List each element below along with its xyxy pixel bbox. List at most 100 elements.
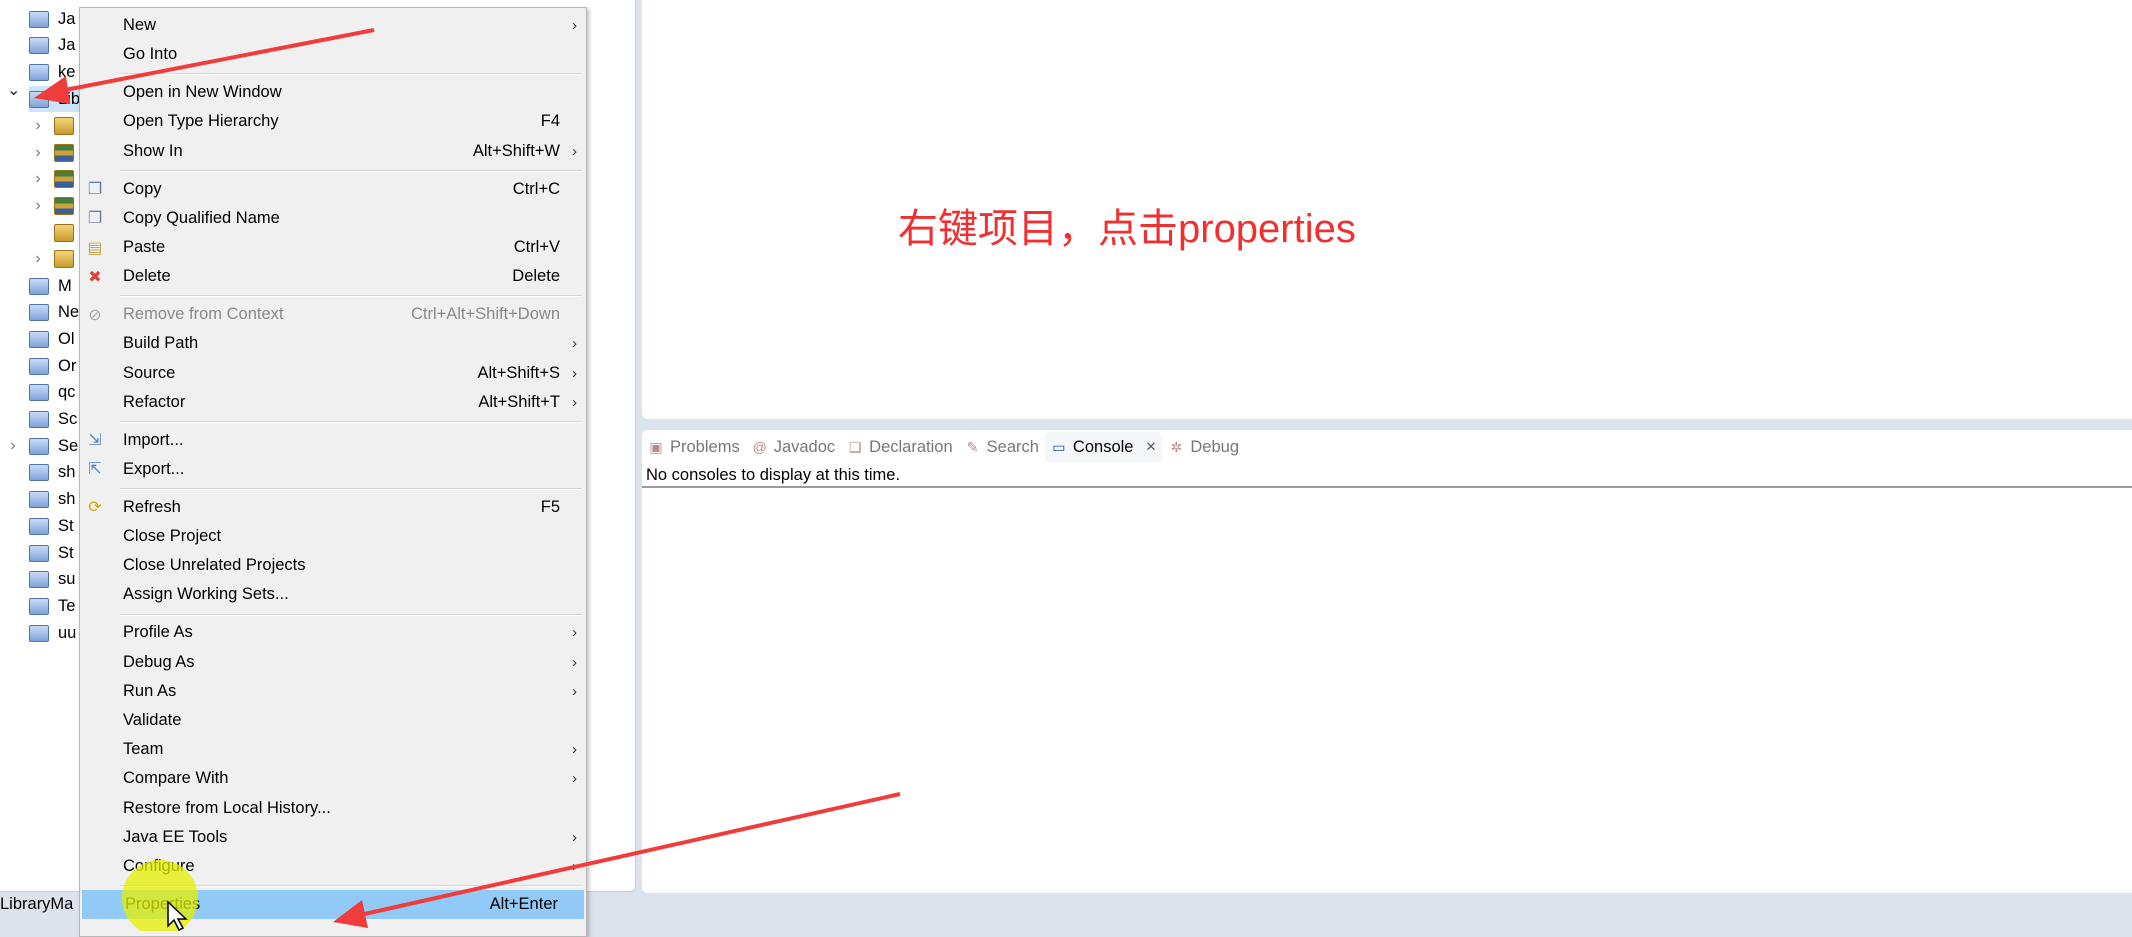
tree-item-label: Ne: [58, 303, 80, 322]
menu-item-label: Restore from Local History...: [123, 798, 331, 817]
folder-icon: [29, 491, 49, 509]
tree-item[interactable]: Or: [29, 353, 76, 379]
menu-item-label: New: [123, 16, 157, 35]
menu-item-import[interactable]: ⇲ Import...: [80, 426, 586, 455]
menu-item-validate[interactable]: Validate: [80, 706, 586, 735]
menu-item-label: Close Unrelated Projects: [123, 556, 306, 575]
refresh-icon: ⟳: [88, 499, 102, 517]
menu-item-shortcut: F5: [540, 497, 560, 516]
menu-item-go-into[interactable]: Go Into: [80, 40, 586, 69]
tree-item-label: St: [58, 543, 74, 562]
tree-item[interactable]: Te: [29, 593, 75, 619]
console-view: ▣ Problems @ Javadoc ❏ Declaration ✎ Search ▭ Con…: [642, 430, 2132, 893]
menu-item-team[interactable]: Team ›: [80, 735, 586, 764]
at-icon: @: [752, 439, 767, 455]
menu-item-show-in[interactable]: Show In Alt+Shift+W ›: [80, 137, 586, 166]
tab-javadoc[interactable]: @ Javadoc: [746, 432, 841, 462]
menu-item-debug-as[interactable]: Debug As ›: [80, 648, 586, 677]
menu-item-open-in-new-window[interactable]: Open in New Window: [80, 78, 586, 107]
menu-separator: [80, 69, 586, 78]
menu-item-delete[interactable]: ✖ Delete Delete: [80, 262, 586, 291]
tree-item[interactable]: Ne: [29, 300, 79, 326]
menu-item-build-path[interactable]: Build Path ›: [80, 329, 586, 358]
tree-item-label: Ol: [58, 329, 75, 348]
tree-item-label: sh: [58, 463, 76, 482]
tab-debug[interactable]: ✲ Debug: [1162, 432, 1245, 462]
folder-icon: [29, 330, 49, 348]
folder-icon: [29, 597, 49, 615]
menu-item-run-as[interactable]: Run As ›: [80, 677, 586, 706]
package-icon: [54, 250, 74, 269]
tree-item[interactable]: › Se: [10, 433, 78, 459]
delete-icon: ✖: [88, 268, 102, 286]
menu-item-properties[interactable]: Properties Alt+Enter: [82, 889, 584, 920]
chevron-right-icon[interactable]: ›: [7, 437, 19, 455]
menu-item-source[interactable]: Source Alt+Shift+S ›: [80, 358, 586, 387]
annotation-text: 右键项目，点击properties: [898, 207, 1356, 251]
folder-icon: [29, 384, 49, 402]
menu-item-java-ee-tools[interactable]: Java EE Tools ›: [80, 823, 586, 852]
menu-item-copy-qualified-name[interactable]: ❐ Copy Qualified Name: [80, 204, 586, 233]
menu-item-label: Import...: [123, 430, 184, 449]
menu-separator: [80, 484, 586, 493]
tab-console[interactable]: ▭ Console ✕: [1044, 432, 1163, 462]
menu-item-label: Compare With: [123, 769, 229, 788]
menu-separator: [80, 610, 586, 619]
menu-item-compare-with[interactable]: Compare With ›: [80, 764, 586, 793]
tree-item[interactable]: St: [29, 513, 74, 539]
menu-item-copy[interactable]: ❐ Copy Ctrl+C: [80, 175, 586, 204]
tree-item[interactable]: M: [29, 273, 72, 299]
menu-separator: [80, 166, 586, 175]
menu-item-configure[interactable]: Configure ›: [80, 852, 586, 881]
chevron-right-icon: ›: [572, 393, 577, 411]
menu-item-refactor[interactable]: Refactor Alt+Shift+T ›: [80, 388, 586, 417]
open-folder-icon: [29, 437, 49, 455]
chevron-right-icon: ›: [572, 857, 577, 875]
tree-item[interactable]: Sc: [29, 407, 77, 433]
menu-item-remove-from-context[interactable]: ⊘ Remove from Context Ctrl+Alt+Shift+Down: [80, 300, 586, 329]
tree-item[interactable]: su: [29, 567, 75, 593]
chevron-right-icon[interactable]: ›: [32, 250, 44, 268]
menu-item-refresh[interactable]: ⟳ Refresh F5: [80, 493, 586, 522]
tab-declaration[interactable]: ❏ Declaration: [841, 432, 958, 462]
menu-item-restore-from-local-history[interactable]: Restore from Local History...: [80, 793, 586, 822]
copy-icon: ❐: [87, 181, 103, 199]
menu-item-export[interactable]: ⇱ Export...: [80, 455, 586, 484]
tree-item[interactable]: sh: [29, 487, 75, 513]
chevron-down-icon[interactable]: ⌄: [7, 80, 20, 100]
chevron-right-icon[interactable]: ›: [32, 170, 44, 188]
chevron-right-icon: ›: [572, 335, 577, 353]
menu-item-profile-as[interactable]: Profile As ›: [80, 618, 586, 647]
menu-item-label: Build Path: [123, 334, 199, 353]
tab-label: Console: [1072, 437, 1134, 456]
menu-item-paste[interactable]: ▤ Paste Ctrl+V: [80, 233, 586, 262]
status-bar-text: LibraryMa: [0, 895, 74, 913]
tab-label: Search: [986, 437, 1039, 456]
folder-icon: [29, 571, 49, 589]
chevron-right-icon[interactable]: ›: [32, 197, 44, 215]
tree-item[interactable]: ke: [29, 59, 75, 85]
chevron-right-icon[interactable]: ›: [32, 144, 44, 162]
menu-item-open-type-hierarchy[interactable]: Open Type Hierarchy F4: [80, 107, 586, 136]
menu-item-close-unrelated-projects[interactable]: Close Unrelated Projects: [80, 551, 586, 580]
tab-search[interactable]: ✎ Search: [959, 432, 1045, 462]
tree-item[interactable]: sh: [29, 460, 75, 486]
menu-item-new[interactable]: New ›: [80, 11, 586, 40]
tree-item[interactable]: Ja: [29, 6, 75, 32]
chevron-right-icon[interactable]: ›: [32, 117, 44, 135]
menu-item-assign-working-sets[interactable]: Assign Working Sets...: [80, 580, 586, 609]
menu-item-shortcut: Alt+Shift+W: [472, 141, 560, 160]
menu-separator: [80, 417, 586, 426]
tree-item[interactable]: Ja: [29, 33, 75, 59]
tree-item-label: su: [58, 570, 76, 589]
close-icon[interactable]: ✕: [1145, 439, 1156, 455]
tree-item[interactable]: qc: [29, 380, 75, 406]
tree-item[interactable]: Ol: [29, 326, 75, 352]
tree-item[interactable]: St: [29, 540, 74, 566]
menu-item-close-project[interactable]: Close Project: [80, 522, 586, 551]
copy-qualified-icon: ❐: [87, 210, 103, 228]
tab-problems[interactable]: ▣ Problems: [642, 432, 746, 462]
tree-item[interactable]: uu: [29, 620, 76, 646]
menu-item-label: Team: [123, 740, 164, 759]
chevron-right-icon: ›: [572, 770, 577, 788]
